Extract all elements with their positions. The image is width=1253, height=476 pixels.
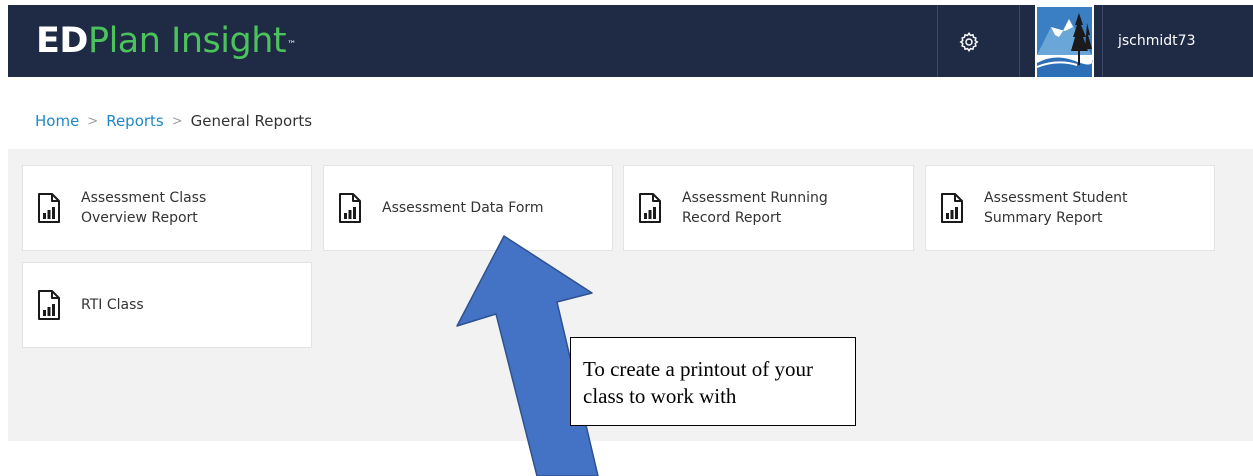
- gear-icon: [959, 32, 979, 52]
- app-logo[interactable]: EDPlan Insight™: [36, 17, 296, 65]
- breadcrumb: Home > Reports > General Reports: [35, 112, 312, 130]
- breadcrumb-separator: >: [87, 113, 99, 129]
- report-document-icon: [639, 193, 661, 223]
- report-card-assessment-running-record[interactable]: Assessment Running Record Report: [623, 165, 914, 251]
- report-document-icon: [941, 193, 963, 223]
- nav-divider: [937, 5, 938, 77]
- nav-divider: [1019, 5, 1020, 77]
- breadcrumb-current: General Reports: [190, 112, 313, 130]
- report-card-label: Assessment Running Record Report: [682, 190, 828, 226]
- report-card-assessment-student-summary[interactable]: Assessment Student Summary Report: [925, 165, 1215, 251]
- user-menu[interactable]: jschmidt73: [1118, 5, 1195, 77]
- logo-ed: ED: [36, 21, 88, 61]
- report-card-label: Assessment Class Overview Report: [81, 190, 207, 226]
- report-card-assessment-data-form[interactable]: Assessment Data Form: [323, 165, 613, 251]
- report-card-rti-class[interactable]: RTI Class: [22, 262, 312, 348]
- nav-divider: [1102, 5, 1103, 77]
- mountain-logo-icon: [1035, 5, 1094, 77]
- report-card-label: RTI Class: [81, 297, 144, 313]
- report-document-icon: [339, 193, 361, 223]
- report-document-icon: [38, 193, 60, 223]
- page: EDPlan Insight™ jschmidt73 Home > Report…: [0, 0, 1253, 476]
- breadcrumb-reports[interactable]: Reports: [106, 112, 164, 130]
- report-document-icon: [38, 290, 60, 320]
- report-card-label: Assessment Data Form: [382, 200, 544, 216]
- report-card-label: Assessment Student Summary Report: [984, 190, 1128, 226]
- report-card-assessment-class-overview[interactable]: Assessment Class Overview Report: [22, 165, 312, 251]
- top-nav-bar: EDPlan Insight™ jschmidt73: [8, 5, 1253, 77]
- breadcrumb-home[interactable]: Home: [35, 112, 79, 130]
- district-logo-avatar[interactable]: [1035, 5, 1094, 77]
- annotation-callout: To create a printout of your class to wo…: [570, 337, 856, 426]
- settings-button[interactable]: [954, 27, 984, 57]
- logo-trademark: ™: [287, 40, 296, 50]
- breadcrumb-separator: >: [171, 113, 183, 129]
- logo-plan-insight: Plan Insight: [87, 21, 287, 61]
